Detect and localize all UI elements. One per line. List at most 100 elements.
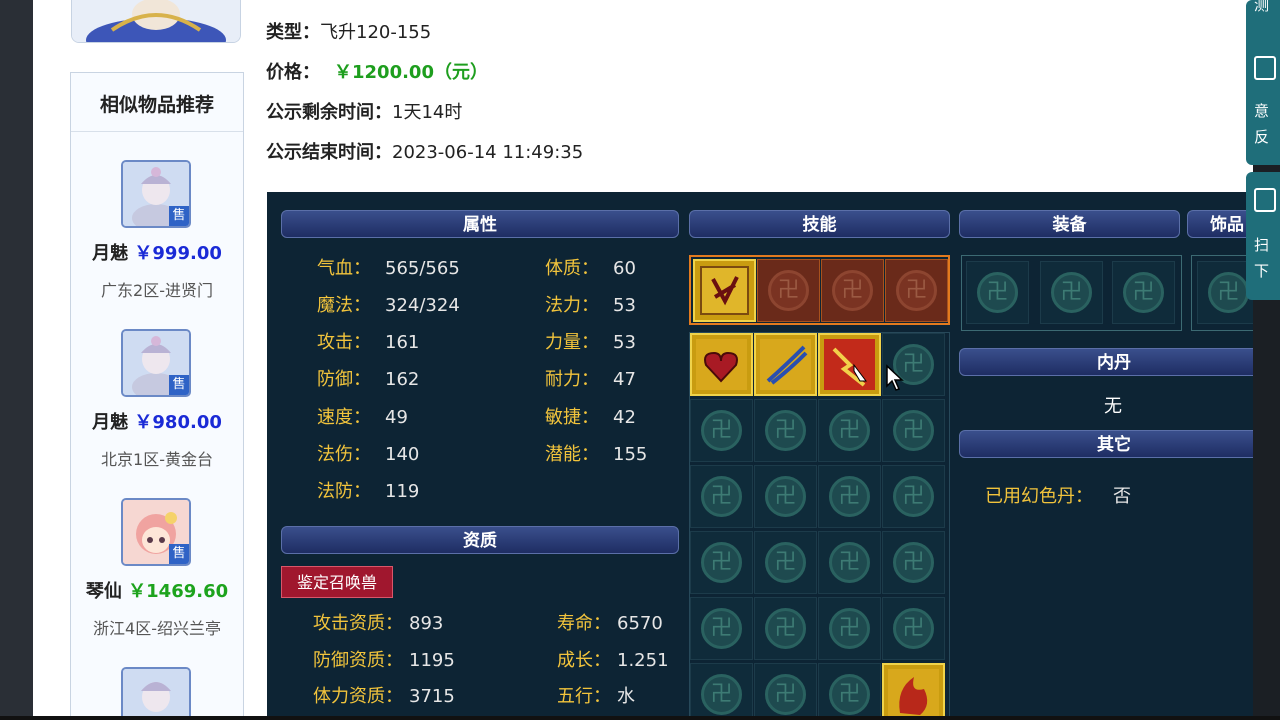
- zizhi-stamina-key: 体力资质：: [313, 686, 403, 707]
- skill-slot-10[interactable]: [754, 465, 817, 528]
- attr-defense-value: 162: [385, 369, 420, 390]
- zizhi-header: 资质: [281, 526, 679, 554]
- skill-slot-20[interactable]: [882, 597, 945, 660]
- skill-slot-8[interactable]: [882, 399, 945, 462]
- attr-defense-key: 防御：: [317, 369, 371, 390]
- zizhi-stamina-value: 3715: [409, 686, 455, 707]
- skill-slot-22[interactable]: [754, 663, 817, 716]
- equip-slot-1[interactable]: [966, 261, 1029, 324]
- similar-item-2-title[interactable]: 月魅 ￥980.00: [71, 408, 243, 434]
- empty-slot-emblem-icon: [765, 608, 806, 649]
- info-end-label: 公示结束时间：: [266, 142, 392, 163]
- attr-hp-value: 565/565: [385, 258, 460, 279]
- skill-slot-9[interactable]: [690, 465, 753, 528]
- attr-endurance-key: 耐力：: [545, 369, 599, 390]
- attr-defense: 防御： 162: [317, 365, 419, 391]
- qr-code-icon: [1254, 188, 1276, 212]
- empty-slot-emblem-icon: [832, 270, 873, 311]
- skill-slot-3[interactable]: [818, 333, 881, 396]
- special-skill-slot-3[interactable]: [821, 259, 884, 322]
- info-remain-value: 1天14时: [392, 102, 463, 123]
- attr-mp: 魔法： 324/324: [317, 291, 460, 317]
- empty-slot-emblem-icon: [829, 542, 870, 583]
- attr-mp-key: 魔法：: [317, 295, 371, 316]
- rune-skill-icon: [700, 266, 749, 315]
- similar-item-1-title[interactable]: 月魅 ￥999.00: [71, 239, 243, 265]
- similar-item-2-server: 北京1区-黄金台: [101, 450, 213, 469]
- attr-strength-value: 53: [613, 332, 636, 353]
- skill-slot-16[interactable]: [882, 531, 945, 594]
- attr-attack-value: 161: [385, 332, 420, 353]
- cc-watermark-text: CC直播: [1096, 58, 1201, 93]
- empty-slot-emblem-icon: [765, 476, 806, 517]
- side-tab-1-line-1: 测: [1254, 0, 1270, 14]
- empty-slot-emblem-icon: [1123, 272, 1164, 313]
- pet-portrait-icon: [123, 669, 189, 716]
- skill-slot-11[interactable]: [818, 465, 881, 528]
- pet-avatar-top: [71, 0, 241, 43]
- zizhi-element-value: 水: [617, 686, 635, 707]
- skill-slot-7[interactable]: [818, 399, 881, 462]
- skill-slot-19[interactable]: [818, 597, 881, 660]
- special-skill-slot-1[interactable]: [693, 259, 756, 322]
- info-price-row: 价格： ￥1200.00（元）: [266, 58, 488, 84]
- zizhi-growth-key: 成长：: [557, 650, 611, 671]
- cc-live-watermark-small: ◉CC直播: [1152, 14, 1239, 43]
- skill-slot-12[interactable]: [882, 465, 945, 528]
- attr-endurance: 耐力： 47: [545, 365, 636, 391]
- neidan-header: 内丹: [959, 348, 1253, 376]
- empty-slot-emblem-icon: [1051, 272, 1092, 313]
- empty-slot-emblem-icon: [765, 410, 806, 451]
- attr-magic-def-value: 119: [385, 481, 420, 502]
- special-skill-row: [689, 255, 950, 325]
- empty-slot-emblem-icon: [701, 476, 742, 517]
- pet-detail-panel: 属性 技能 装备 饰品 气血： 565/565 魔法： 324/324 攻击： 161…: [267, 192, 1253, 716]
- similar-items-panel: 相似物品推荐 售 月魅 ￥999.00 广东2区-进贤门 售 月魅 ￥980.0…: [70, 72, 244, 716]
- feedback-side-tab[interactable]: 测 意 反: [1246, 0, 1280, 165]
- skill-slot-15[interactable]: [818, 531, 881, 594]
- similar-item-4-icon[interactable]: [121, 667, 191, 716]
- other-dye-row: 已用幻色丹： 否: [985, 482, 1131, 508]
- zizhi-attack-value: 893: [409, 613, 444, 634]
- similar-item-1-icon[interactable]: 售: [121, 160, 191, 228]
- skill-slot-23[interactable]: [818, 663, 881, 716]
- scan-side-tab[interactable]: 扫 下: [1246, 172, 1280, 300]
- special-skill-slot-4[interactable]: [885, 259, 948, 322]
- sell-badge: 售: [169, 544, 189, 564]
- cc-logo-icon: ◉: [1152, 18, 1170, 42]
- special-skill-slot-2[interactable]: [757, 259, 820, 322]
- similar-item-2-price: ￥980.00: [134, 412, 222, 433]
- empty-slot-emblem-icon: [829, 674, 870, 715]
- empty-slot-emblem-icon: [701, 410, 742, 451]
- similar-item-3-title[interactable]: 琴仙 ￥1469.60: [71, 577, 243, 603]
- info-remain-row: 公示剩余时间：1天14时: [266, 98, 462, 124]
- skill-slot-17[interactable]: [690, 597, 753, 660]
- skill-slot-14[interactable]: [754, 531, 817, 594]
- identify-pet-button[interactable]: 鉴定召唤兽: [281, 566, 393, 598]
- side-tab-2-line-1: 扫: [1254, 236, 1270, 254]
- skill-slot-18[interactable]: [754, 597, 817, 660]
- skill-slot-2[interactable]: [754, 333, 817, 396]
- attr-constitution-value: 60: [613, 258, 636, 279]
- zizhi-growth: 成长： 1.251: [557, 646, 669, 672]
- skill-slot-21[interactable]: [690, 663, 753, 716]
- equip-slot-3[interactable]: [1112, 261, 1175, 324]
- equip-slot-2[interactable]: [1040, 261, 1103, 324]
- similar-item-1-name: 月魅: [92, 243, 129, 264]
- info-price-value: ￥1200.00（元）: [334, 62, 488, 83]
- pet-portrait-icon: [72, 0, 240, 42]
- accessory-slot-1[interactable]: [1197, 261, 1253, 324]
- page-content: 相似物品推荐 售 月魅 ￥999.00 广东2区-进贤门 售 月魅 ￥980.0…: [33, 0, 1253, 716]
- skill-slot-24[interactable]: [882, 663, 945, 716]
- attr-agility-value: 42: [613, 407, 636, 428]
- skill-slot-5[interactable]: [690, 399, 753, 462]
- similar-item-3-icon[interactable]: 售: [121, 498, 191, 566]
- empty-slot-emblem-icon: [768, 270, 809, 311]
- skill-slot-13[interactable]: [690, 531, 753, 594]
- similar-item-2-icon[interactable]: 售: [121, 329, 191, 397]
- skill-slot-6[interactable]: [754, 399, 817, 462]
- other-header: 其它: [959, 430, 1253, 458]
- empty-slot-emblem-icon: [1208, 272, 1249, 313]
- zizhi-element-key: 五行：: [557, 686, 611, 707]
- skill-slot-1[interactable]: [690, 333, 753, 396]
